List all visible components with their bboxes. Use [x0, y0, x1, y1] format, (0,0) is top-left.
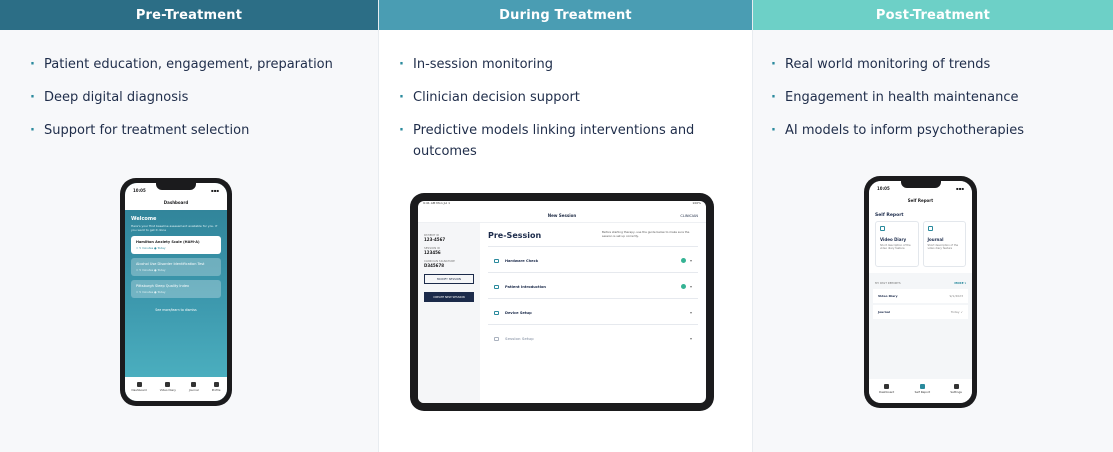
nav-title: Dashboard — [125, 197, 227, 210]
journal-card[interactable]: Journal Short description of the video d… — [922, 221, 966, 267]
recent-header: MY PAST REPORTS MORE ▾ — [875, 281, 966, 285]
phone-screen: 10:05 ▪▪▪ Dashboard Welcome Here's your f… — [125, 183, 227, 401]
assessment-card[interactable]: Hamilton Anxiety Scale (HAM-A) ≈ 5 minut… — [131, 236, 221, 254]
section-title: Self Report — [869, 207, 972, 221]
tab-settings[interactable]: Settings — [950, 384, 962, 394]
bullet-item: · Engagement in health maintenance — [771, 87, 1097, 108]
chevron-down-icon: ▾ — [689, 258, 692, 263]
journal-icon — [927, 226, 933, 231]
chevron-down-icon: ▾ — [689, 310, 692, 315]
tab-dashboard[interactable]: Dashboard — [132, 382, 147, 392]
list-item[interactable]: Journal Today ✓ — [873, 305, 968, 319]
nav-title: Self Report — [869, 195, 972, 207]
tab-journal[interactable]: Journal — [189, 382, 199, 392]
phone-mockup-dashboard: 10:05 ▪▪▪ Dashboard Welcome Here's your f… — [120, 178, 232, 406]
welcome-text: Here's your first baseline assessment av… — [131, 224, 218, 232]
bullet-list: · In-session monitoring · Clinician decisi… — [399, 54, 736, 174]
hardware-icon — [494, 258, 499, 263]
create-session-button[interactable]: CREATE NEW SESSION — [424, 292, 474, 302]
bullet-item: · AI models to inform psychotherapies — [771, 120, 1097, 141]
dashboard-icon — [136, 382, 142, 387]
bullet-dot: · — [30, 90, 35, 105]
bullet-dot: · — [771, 123, 776, 138]
checklist-row-hardware[interactable]: Hardware Check ▾ — [488, 246, 698, 266]
modify-session-button[interactable]: MODIFY SESSION — [424, 274, 474, 284]
journal-icon — [191, 382, 197, 387]
device-icon — [494, 310, 499, 315]
bullet-item: · Clinician decision support — [399, 87, 736, 108]
report-icon — [919, 384, 925, 389]
report-cards: Video Diary Short description of the vid… — [869, 221, 972, 273]
video-icon — [165, 382, 171, 387]
phone-mockup-self-report: 10:05 ▪▪▪ Self Report Self Report Video D… — [864, 176, 977, 408]
session-main: Pre-Session Before starting therapy, use… — [488, 230, 698, 344]
check-status-icon — [680, 284, 686, 289]
check-status-icon — [680, 258, 686, 263]
bullet-dot: · — [399, 90, 404, 105]
tab-profile[interactable]: Profile — [212, 382, 220, 392]
status-bar: 9:41 AM Mon Jul 1 100% — [423, 201, 701, 205]
bullet-dot: · — [771, 90, 776, 105]
bullet-dot: · — [30, 123, 35, 138]
patient-icon — [494, 284, 499, 289]
checklist-row-patient[interactable]: Patient Introduction ▾ — [488, 272, 698, 292]
bullet-item: · In-session monitoring — [399, 54, 736, 75]
bullet-dot: · — [30, 57, 35, 72]
tab-self-report[interactable]: Self Report — [915, 384, 930, 394]
bullet-item: · Predictive models linking interventions… — [399, 120, 736, 162]
pre-treatment-column: Pre-Treatment · Patient education, engage… — [0, 0, 378, 452]
tablet-mockup-session: 9:41 AM Mon Jul 1 100% New Session CLINIC… — [410, 193, 714, 411]
gear-icon — [953, 384, 959, 389]
video-icon — [880, 226, 885, 231]
top-bar-title: New Session — [547, 213, 577, 218]
session-icon — [494, 336, 499, 341]
bullet-list: · Real world monitoring of trends · Engage… — [771, 54, 1097, 153]
bullet-dot: · — [771, 57, 776, 72]
session-sidebar: PATIENT ID 123-4567 SESSION ID 123456 CL… — [418, 223, 480, 403]
bullet-item: · Patient education, engagement, preparat… — [30, 54, 362, 75]
bullet-dot: · — [399, 123, 404, 138]
more-link[interactable]: MORE ▾ — [954, 281, 966, 285]
phone-notch — [900, 181, 941, 188]
checklist-row-device[interactable]: Device Setup ▾ — [488, 298, 698, 318]
welcome-heading: Welcome — [131, 216, 157, 222]
phone-notch — [156, 183, 196, 190]
bullet-item: · Support for treatment selection — [30, 120, 362, 141]
column-header: During Treatment — [379, 0, 752, 30]
column-header: Post-Treatment — [753, 0, 1113, 30]
profile-icon — [213, 382, 219, 387]
chevron-down-icon: ▾ — [689, 336, 692, 341]
user-menu[interactable]: CLINICIAN — [680, 214, 698, 218]
top-bar: New Session CLINICIAN — [418, 209, 706, 223]
tab-video-diary[interactable]: Video Diary — [160, 382, 176, 392]
chevron-down-icon: ▾ — [689, 284, 692, 289]
list-item[interactable]: Video Diary 9/1/2023 — [873, 289, 968, 303]
phone-screen: 10:05 ▪▪▪ Self Report Self Report Video D… — [869, 181, 972, 403]
video-diary-card[interactable]: Video Diary Short description of the vid… — [875, 221, 919, 267]
tablet-screen: 9:41 AM Mon Jul 1 100% New Session CLINIC… — [418, 201, 706, 403]
dashboard-icon — [884, 384, 890, 389]
tab-bar: Dashboard Self Report Settings — [869, 379, 972, 403]
column-header: Pre-Treatment — [0, 0, 378, 30]
bullet-dot: · — [399, 57, 404, 72]
bullet-item: · Deep digital diagnosis — [30, 87, 362, 108]
tab-bar: Dashboard Video Diary Journal Profile — [125, 377, 227, 401]
assessment-card[interactable]: Pittsburgh Sleep Quality Index ≈ 5 minut… — [131, 280, 221, 298]
checklist-row-session[interactable]: Session Setup ▾ — [488, 324, 698, 344]
assessment-card[interactable]: Alcohol Use Disorder Identification Test… — [131, 258, 221, 276]
tab-dashboard[interactable]: Dashboard — [879, 384, 894, 394]
page-description: Before starting therapy, use the guide b… — [602, 230, 690, 238]
bullet-item: · Real world monitoring of trends — [771, 54, 1097, 75]
bullet-list: · Patient education, engagement, preparat… — [30, 54, 362, 153]
see-more-link[interactable]: See more/learn to dismiss — [125, 308, 227, 312]
